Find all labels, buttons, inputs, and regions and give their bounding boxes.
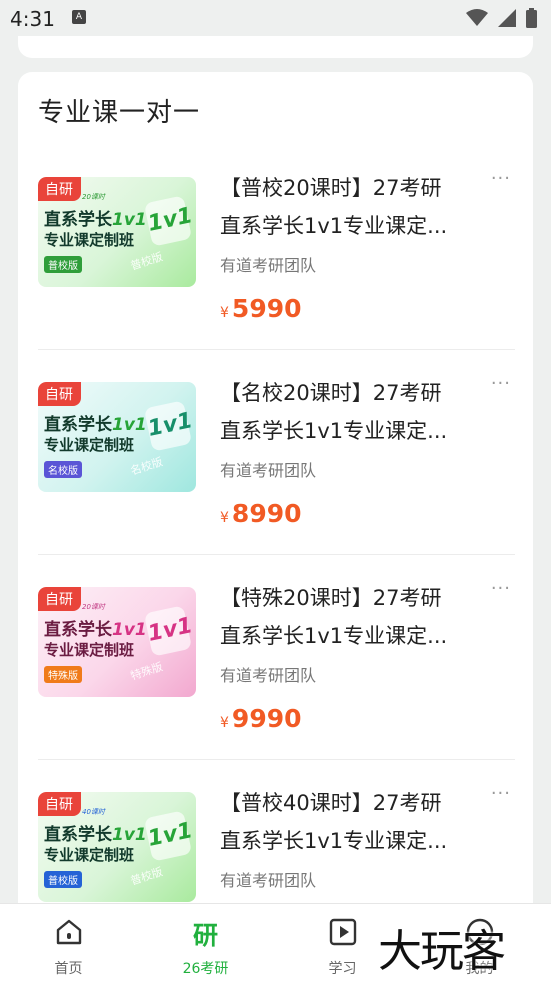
notification-icon: A (72, 10, 86, 24)
tab-26kaoyan-label: 26考研 (182, 961, 229, 977)
course-title[interactable]: 【特殊20课时】27考研 (220, 582, 441, 612)
thumb-line2: 专业课定制班 (44, 641, 135, 659)
thumb-line2: 专业课定制班 (44, 231, 135, 249)
version-badge: 普校版 (44, 871, 82, 888)
1v1-mark: 1v1 (143, 810, 195, 862)
course-title[interactable]: 【普校20课时】27考研 (220, 172, 441, 202)
version-badge: 普校版 (44, 256, 82, 273)
course-price: ¥9990 (220, 704, 302, 733)
thumb-line1: 直系学长1v1 (44, 210, 147, 230)
version-watermark: 名校版 (128, 455, 165, 478)
signal-icon (498, 9, 516, 27)
more-options-icon[interactable]: ··· (491, 373, 511, 394)
course-section-card: 专业课一对一 自研 20课时 直系学长1v1 专业课定制班 普校版 1v1 普校… (18, 72, 533, 932)
1v1-mark: 1v1 (143, 605, 195, 657)
play-icon (329, 918, 356, 946)
1v1-mark: 1v1 (143, 195, 195, 247)
course-title-line2[interactable]: 直系学长1v1专业课定... (220, 825, 447, 855)
course-title[interactable]: 【名校20课时】27考研 (220, 377, 441, 407)
hours-minitag: 20课时 (82, 603, 105, 611)
course-title[interactable]: 【普校40课时】27考研 (220, 787, 441, 817)
more-options-icon[interactable]: ··· (491, 578, 511, 599)
home-icon (56, 919, 81, 945)
version-watermark: 普校版 (128, 250, 165, 273)
1v1-mark: 1v1 (143, 400, 195, 452)
course-title-line2[interactable]: 直系学长1v1专业课定... (220, 415, 447, 445)
course-team: 有道考研团队 (220, 256, 317, 275)
hours-minitag: 40课时 (82, 808, 105, 816)
course-item[interactable]: 自研 20课时 直系学长1v1 专业课定制班 普校版 1v1 普校版 【普校20… (38, 144, 515, 350)
course-price: ¥5990 (220, 294, 302, 323)
watermark-logo: 大玩客 (378, 926, 506, 977)
self-research-tag: 自研 (38, 792, 81, 816)
course-item[interactable]: 自研 20课时 直系学长1v1 专业课定制班 特殊版 1v1 特殊版 【特殊20… (38, 554, 515, 760)
course-team: 有道考研团队 (220, 871, 317, 890)
course-team: 有道考研团队 (220, 461, 317, 480)
course-item[interactable]: 自研 直系学长1v1 专业课定制班 名校版 1v1 名校版 【名校20课时】27… (38, 349, 515, 555)
thumb-line1: 直系学长1v1 (44, 620, 147, 640)
course-title-line2[interactable]: 直系学长1v1专业课定... (220, 210, 447, 240)
kaoyan-icon: 研 (192, 921, 218, 950)
system-icons (466, 8, 537, 28)
course-title-line2[interactable]: 直系学长1v1专业课定... (220, 620, 447, 650)
more-options-icon[interactable]: ··· (491, 168, 511, 189)
course-team: 有道考研团队 (220, 666, 317, 685)
tab-home[interactable]: 首页 (0, 904, 137, 982)
course-thumbnail[interactable]: 自研 直系学长1v1 专业课定制班 名校版 1v1 名校版 (38, 382, 196, 492)
tab-26kaoyan[interactable]: 研 26考研 (137, 904, 274, 982)
tab-home-label: 首页 (54, 961, 83, 977)
self-research-tag: 自研 (38, 587, 81, 611)
previous-card (18, 36, 533, 58)
status-bar: 4:31 A (0, 0, 551, 36)
self-research-tag: 自研 (38, 382, 81, 406)
version-watermark: 普校版 (128, 865, 165, 888)
status-time: 4:31 (10, 7, 55, 31)
hours-minitag: 20课时 (82, 193, 105, 201)
course-price: ¥8990 (220, 499, 302, 528)
version-badge: 特殊版 (44, 666, 82, 683)
thumb-line1: 直系学长1v1 (44, 825, 147, 845)
wifi-icon (466, 9, 488, 26)
thumb-line2: 专业课定制班 (44, 436, 135, 454)
course-thumbnail[interactable]: 自研 20课时 直系学长1v1 专业课定制班 普校版 1v1 普校版 (38, 177, 196, 287)
battery-icon (526, 8, 537, 28)
course-thumbnail[interactable]: 自研 20课时 直系学长1v1 专业课定制班 特殊版 1v1 特殊版 (38, 587, 196, 697)
thumb-line2: 专业课定制班 (44, 846, 135, 864)
self-research-tag: 自研 (38, 177, 81, 201)
thumb-line1: 直系学长1v1 (44, 415, 147, 435)
section-title: 专业课一对一 (38, 98, 201, 128)
version-watermark: 特殊版 (128, 660, 165, 683)
more-options-icon[interactable]: ··· (491, 783, 511, 804)
course-thumbnail[interactable]: 自研 40课时 直系学长1v1 专业课定制班 普校版 1v1 普校版 (38, 792, 196, 902)
version-badge: 名校版 (44, 461, 82, 478)
